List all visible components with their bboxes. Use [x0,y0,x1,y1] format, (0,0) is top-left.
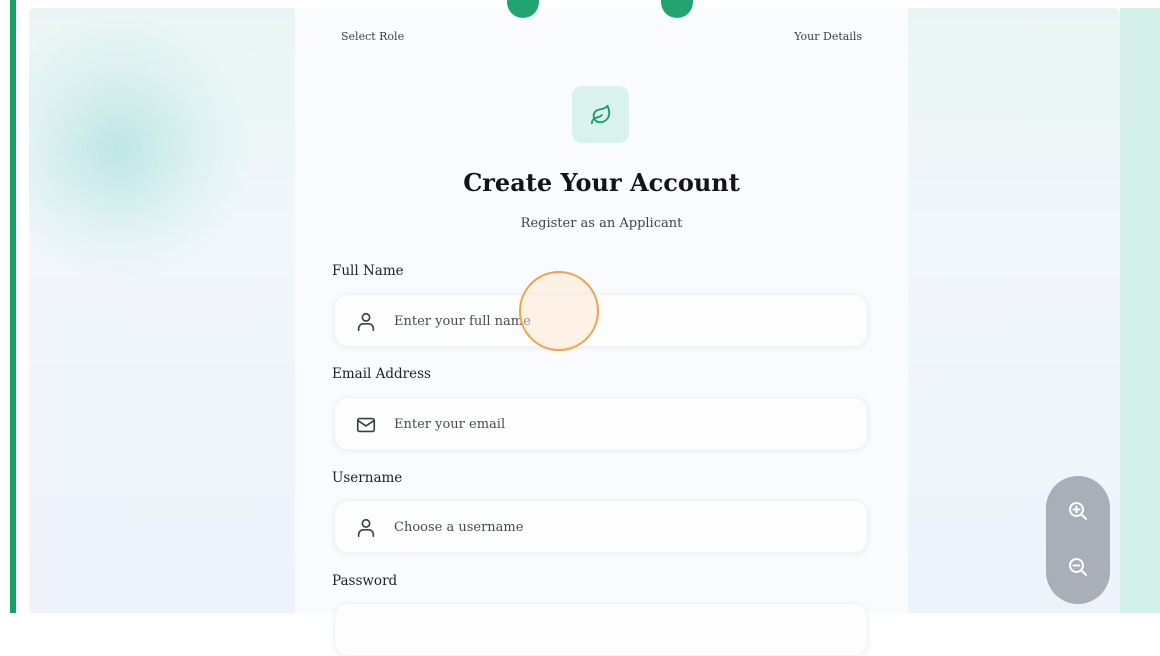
step-label-select-role: Select Role [341,30,405,43]
user-icon [357,312,375,332]
leaf-icon [590,104,610,124]
email-input[interactable] [392,398,856,451]
password-label: Password [332,573,398,589]
username-field[interactable] [334,500,868,554]
background-glow [29,18,249,278]
username-input[interactable] [392,501,856,554]
zoom-in-icon[interactable] [1066,499,1090,523]
zoom-controls [1046,476,1110,604]
page-subtitle: Register as an Applicant [520,216,683,231]
step-indicator-your-details[interactable] [661,0,693,18]
zoom-out-icon[interactable] [1066,555,1090,579]
mail-icon [356,417,376,433]
step-indicator-select-role[interactable] [507,0,539,18]
password-field[interactable] [334,603,868,656]
username-label: Username [332,470,403,486]
user-icon [357,518,375,538]
left-accent-bar [10,0,16,613]
click-indicator [519,271,599,351]
signup-card: Select Role Your Details Create Your Acc… [295,0,908,656]
full-name-label: Full Name [332,263,404,279]
email-label: Email Address [332,366,431,382]
full-name-input[interactable] [392,295,856,348]
right-edge-strip [1120,8,1160,613]
email-field[interactable] [334,397,868,451]
step-label-your-details: Your Details [794,30,862,43]
full-name-field[interactable] [334,294,868,348]
logo-badge [572,86,629,143]
page-title: Create Your Account [463,168,740,197]
